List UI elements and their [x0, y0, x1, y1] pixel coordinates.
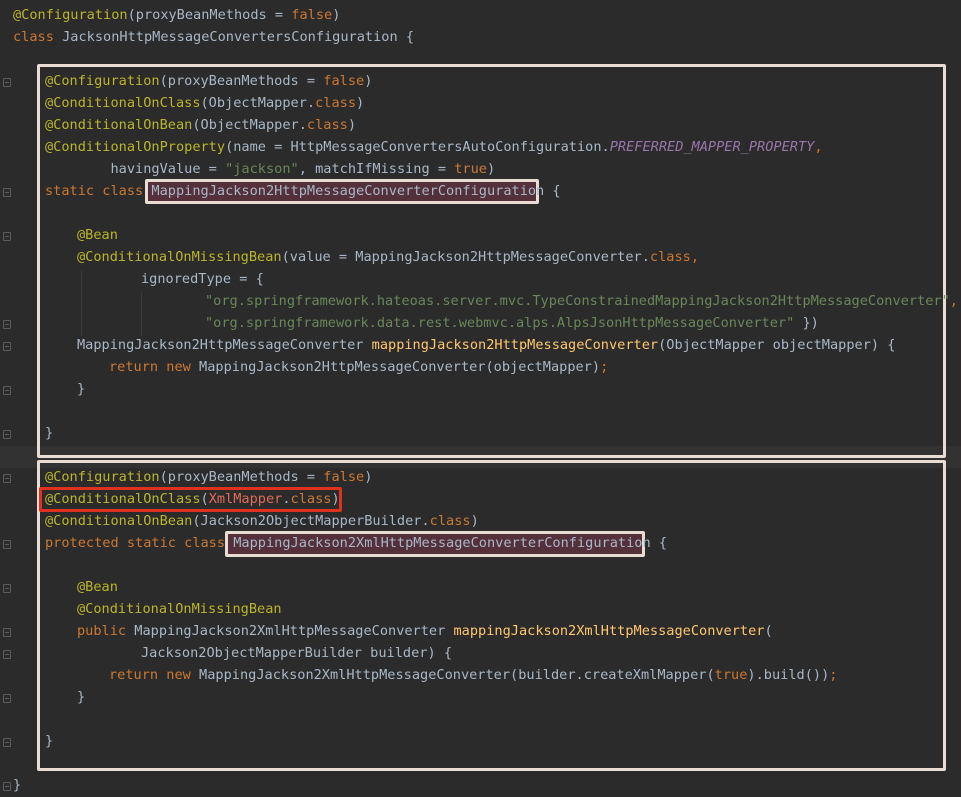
code-line[interactable]: @ConditionalOnMissingBean — [77, 598, 282, 620]
json-config-class-name: MappingJackson2HttpMessageConverterConfi… — [151, 183, 545, 199]
code-line[interactable]: @ConditionalOnBean(Jackson2ObjectMapperB… — [45, 510, 479, 532]
code-line[interactable]: @Bean — [77, 224, 118, 246]
xml-config-class-name: MappingJackson2XmlHttpMessageConverterCo… — [233, 535, 651, 551]
code-line[interactable]: @Configuration(proxyBeanMethods = false) — [45, 466, 372, 488]
annotation: @Configuration — [13, 7, 128, 23]
fold-marker-icon[interactable] — [3, 188, 11, 197]
fold-marker-icon[interactable] — [3, 694, 11, 703]
code-line[interactable]: return new MappingJackson2HttpMessageCon… — [109, 356, 608, 378]
code-line[interactable]: class JacksonHttpMessageConvertersConfig… — [13, 26, 414, 48]
fold-marker-icon[interactable] — [3, 782, 11, 791]
code-line[interactable]: ignoredType = { — [141, 268, 264, 290]
fold-marker-icon[interactable] — [3, 342, 11, 351]
code-line[interactable]: @Configuration(proxyBeanMethods = false) — [45, 70, 372, 92]
code-line[interactable]: return new MappingJackson2XmlHttpMessage… — [109, 664, 837, 686]
fold-marker-icon[interactable] — [3, 584, 11, 593]
code-line[interactable]: } — [45, 422, 53, 444]
code-line[interactable]: "org.springframework.hateoas.server.mvc.… — [205, 290, 958, 312]
code-line[interactable]: } — [77, 378, 85, 400]
code-line[interactable]: @ConditionalOnBean(ObjectMapper.class) — [45, 114, 356, 136]
code-line[interactable]: "org.springframework.data.rest.webmvc.al… — [205, 312, 819, 334]
code-line[interactable]: @ConditionalOnProperty(name = HttpMessag… — [45, 136, 823, 158]
fold-marker-icon[interactable] — [3, 738, 11, 747]
fold-marker-icon[interactable] — [3, 232, 11, 241]
code-line[interactable]: } — [13, 774, 21, 796]
code-line[interactable]: @ConditionalOnClass(ObjectMapper.class) — [45, 92, 364, 114]
code-line[interactable]: havingValue = "jackson", matchIfMissing … — [45, 158, 495, 180]
code-line[interactable]: @Bean — [77, 576, 118, 598]
fold-marker-icon[interactable] — [3, 386, 11, 395]
fold-marker-icon[interactable] — [3, 540, 11, 549]
code-line[interactable]: @ConditionalOnClass(XmlMapper.class) — [45, 488, 340, 510]
fold-marker-icon[interactable] — [3, 650, 11, 659]
class-name: JacksonHttpMessageConvertersConfiguratio… — [62, 29, 415, 45]
fold-marker-icon[interactable] — [3, 78, 11, 87]
fold-marker-icon[interactable] — [3, 320, 11, 329]
code-line[interactable]: public MappingJackson2XmlHttpMessageConv… — [77, 620, 773, 642]
code-line[interactable]: } — [77, 686, 85, 708]
code-line[interactable]: } — [45, 730, 53, 752]
keyword: class — [13, 29, 63, 45]
code-line[interactable]: static class MappingJackson2HttpMessageC… — [45, 180, 561, 202]
code-line[interactable]: MappingJackson2HttpMessageConverter mapp… — [77, 334, 895, 356]
code-line[interactable]: @ConditionalOnMissingBean(value = Mappin… — [77, 246, 699, 268]
fold-marker-icon[interactable] — [3, 474, 11, 483]
code-line[interactable]: protected static class MappingJackson2Xm… — [45, 532, 667, 554]
xml-mapper-class-ref: XmlMapper — [208, 491, 283, 507]
code-line[interactable]: Jackson2ObjectMapperBuilder builder) { — [141, 642, 452, 664]
fold-marker-icon[interactable] — [3, 628, 11, 637]
code-editor[interactable]: @Configuration(proxyBeanMethods = false)… — [0, 0, 961, 797]
code-line[interactable]: @Configuration(proxyBeanMethods = false) — [13, 4, 340, 26]
fold-marker-icon[interactable] — [3, 430, 11, 439]
